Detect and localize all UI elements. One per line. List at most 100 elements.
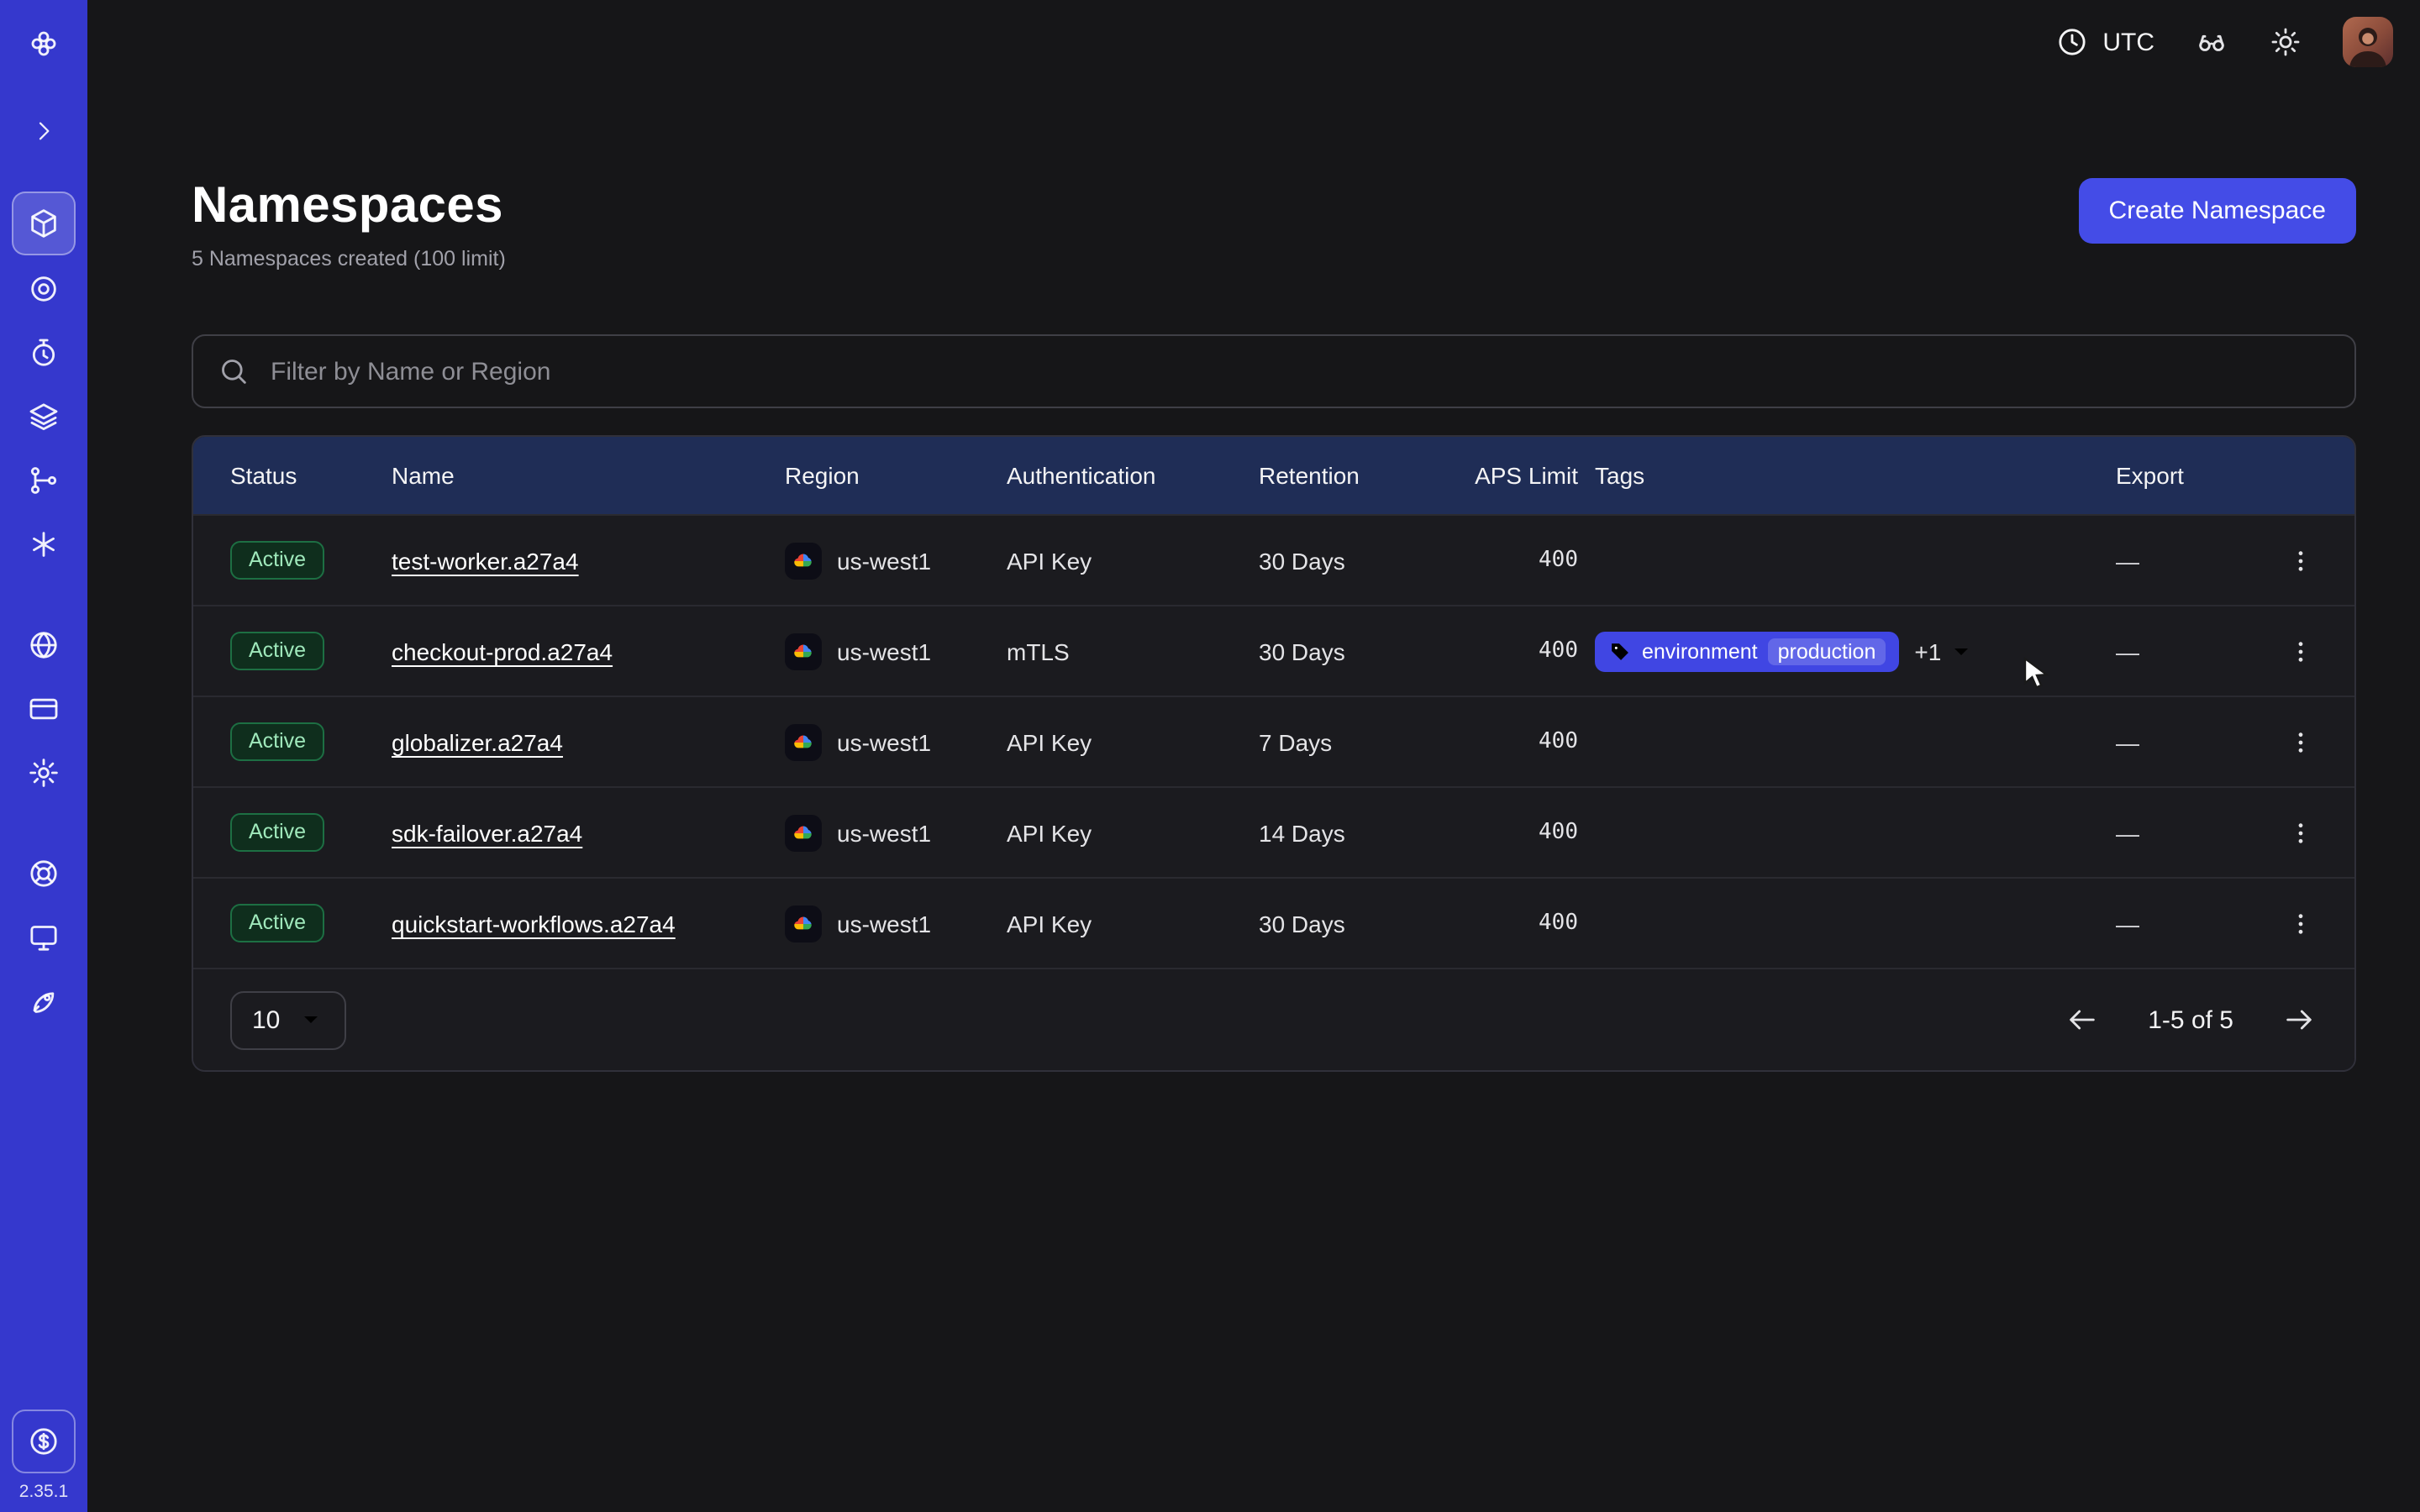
retention-label: 30 Days: [1259, 547, 1460, 574]
tags-more-count: +1: [1914, 638, 1941, 664]
sidebar-item-asterisk[interactable]: [13, 514, 74, 575]
page-header: Namespaces 5 Namespaces created (100 lim…: [192, 178, 2356, 270]
temporal-logo[interactable]: [13, 13, 74, 74]
sidebar-item-namespaces[interactable]: [12, 192, 76, 255]
table-row: Active checkout-prod.a27a4 us-west1 mTLS…: [193, 605, 2354, 696]
region-label: us-west1: [837, 547, 931, 574]
timer-icon: [27, 336, 60, 370]
sidebar-item-timer[interactable]: [13, 323, 74, 383]
gear-icon: [27, 756, 60, 790]
aps-limit-value: 400: [1460, 911, 1595, 936]
page-size-select[interactable]: 10: [230, 990, 345, 1049]
status-badge: Active: [230, 722, 324, 761]
export-value: —: [2116, 819, 2254, 846]
retention-label: 30 Days: [1259, 910, 1460, 937]
table-footer: 10 1-5 of 5: [193, 968, 2354, 1070]
export-value: —: [2116, 547, 2254, 574]
timezone-selector[interactable]: UTC: [2055, 25, 2154, 59]
kebab-icon: [2287, 819, 2314, 846]
tag-value: production: [1768, 638, 1886, 664]
page-title: Namespaces: [192, 178, 506, 235]
tags-expand-button[interactable]: +1: [1914, 638, 1975, 664]
gcp-cloud-icon: [785, 814, 822, 851]
arrow-right-icon: [2282, 1003, 2316, 1037]
namespace-link[interactable]: test-worker.a27a4: [392, 547, 579, 574]
chevron-down-icon: [297, 1006, 324, 1033]
col-aps-limit: APS Limit: [1460, 462, 1595, 489]
col-export: Export: [2116, 462, 2254, 489]
theme-toggle[interactable]: [2269, 25, 2302, 59]
filter-input[interactable]: [267, 355, 2331, 387]
retention-label: 14 Days: [1259, 819, 1460, 846]
auth-label: API Key: [1007, 547, 1259, 574]
gcp-cloud-icon: [785, 633, 822, 669]
next-page-button[interactable]: [2270, 991, 2328, 1048]
tag-chip[interactable]: environment production: [1595, 631, 1899, 671]
tags-cell: environment production +1: [1595, 631, 2116, 671]
temporal-logo-icon: [27, 27, 60, 60]
row-menu-button[interactable]: [2274, 715, 2328, 769]
usage-dollar-icon: [27, 1425, 60, 1458]
table-row: Active quickstart-workflows.a27a4 us-wes…: [193, 877, 2354, 968]
auth-label: mTLS: [1007, 638, 1259, 664]
region-label: us-west1: [837, 910, 931, 937]
export-value: —: [2116, 728, 2254, 755]
namespace-link[interactable]: quickstart-workflows.a27a4: [392, 910, 676, 937]
col-tags: Tags: [1595, 462, 2116, 489]
status-badge: Active: [230, 813, 324, 852]
page-size-value: 10: [252, 1005, 280, 1034]
user-avatar[interactable]: [2343, 17, 2393, 67]
arrow-left-icon: [2065, 1003, 2099, 1037]
row-menu-button[interactable]: [2274, 533, 2328, 587]
region-label: us-west1: [837, 728, 931, 755]
sidebar-item-getting-started[interactable]: [13, 971, 74, 1032]
export-value: —: [2116, 638, 2254, 664]
retention-label: 7 Days: [1259, 728, 1460, 755]
row-menu-button[interactable]: [2274, 896, 2328, 950]
topbar: UTC: [87, 0, 2420, 84]
sidebar-item-branch[interactable]: [13, 450, 74, 511]
namespace-link[interactable]: globalizer.a27a4: [392, 728, 563, 755]
sidebar-item-layers[interactable]: [13, 386, 74, 447]
sidebar-item-globe[interactable]: [13, 615, 74, 675]
namespaces-table: Status Name Region Authentication Retent…: [192, 435, 2356, 1072]
gcp-cloud-icon: [785, 542, 822, 579]
sidebar-expand-button[interactable]: [13, 101, 74, 161]
billing-card-icon: [27, 692, 60, 726]
col-retention: Retention: [1259, 462, 1460, 489]
sun-icon: [2269, 25, 2302, 59]
app-window: 2.35.1 UTC Namespaces 5 Namespaces creat…: [0, 0, 2420, 1512]
sidebar: 2.35.1: [0, 0, 87, 1512]
prev-page-button[interactable]: [2054, 991, 2111, 1048]
sidebar-item-docs[interactable]: [13, 907, 74, 968]
lifebuoy-icon: [27, 857, 60, 890]
kebab-icon: [2287, 638, 2314, 664]
rocket-icon: [27, 984, 60, 1018]
tag-icon: [1608, 639, 1632, 663]
table-row: Active sdk-failover.a27a4 us-west1 API K…: [193, 786, 2354, 877]
usage-button[interactable]: [12, 1410, 76, 1473]
sidebar-item-billing[interactable]: [13, 679, 74, 739]
monitor-icon: [27, 921, 60, 954]
labs-toggle[interactable]: [2195, 25, 2228, 59]
pagination: 1-5 of 5: [2054, 991, 2328, 1048]
kebab-icon: [2287, 910, 2314, 937]
status-badge: Active: [230, 904, 324, 942]
main-content: Namespaces 5 Namespaces created (100 lim…: [87, 84, 2420, 1512]
table-row: Active test-worker.a27a4 us-west1 API Ke…: [193, 514, 2354, 605]
export-value: —: [2116, 910, 2254, 937]
namespace-link[interactable]: sdk-failover.a27a4: [392, 819, 582, 846]
sidebar-item-target[interactable]: [13, 259, 74, 319]
create-namespace-button[interactable]: Create Namespace: [2079, 178, 2356, 244]
app-version: 2.35.1: [19, 1482, 68, 1502]
page-range-label: 1-5 of 5: [2148, 1005, 2233, 1034]
namespace-link[interactable]: checkout-prod.a27a4: [392, 638, 613, 664]
sidebar-item-support[interactable]: [13, 843, 74, 904]
aps-limit-value: 400: [1460, 638, 1595, 664]
row-menu-button[interactable]: [2274, 806, 2328, 859]
tag-key: environment: [1642, 639, 1758, 663]
row-menu-button[interactable]: [2274, 624, 2328, 678]
page-subtitle: 5 Namespaces created (100 limit): [192, 247, 506, 270]
sidebar-item-settings[interactable]: [13, 743, 74, 803]
status-badge: Active: [230, 632, 324, 670]
